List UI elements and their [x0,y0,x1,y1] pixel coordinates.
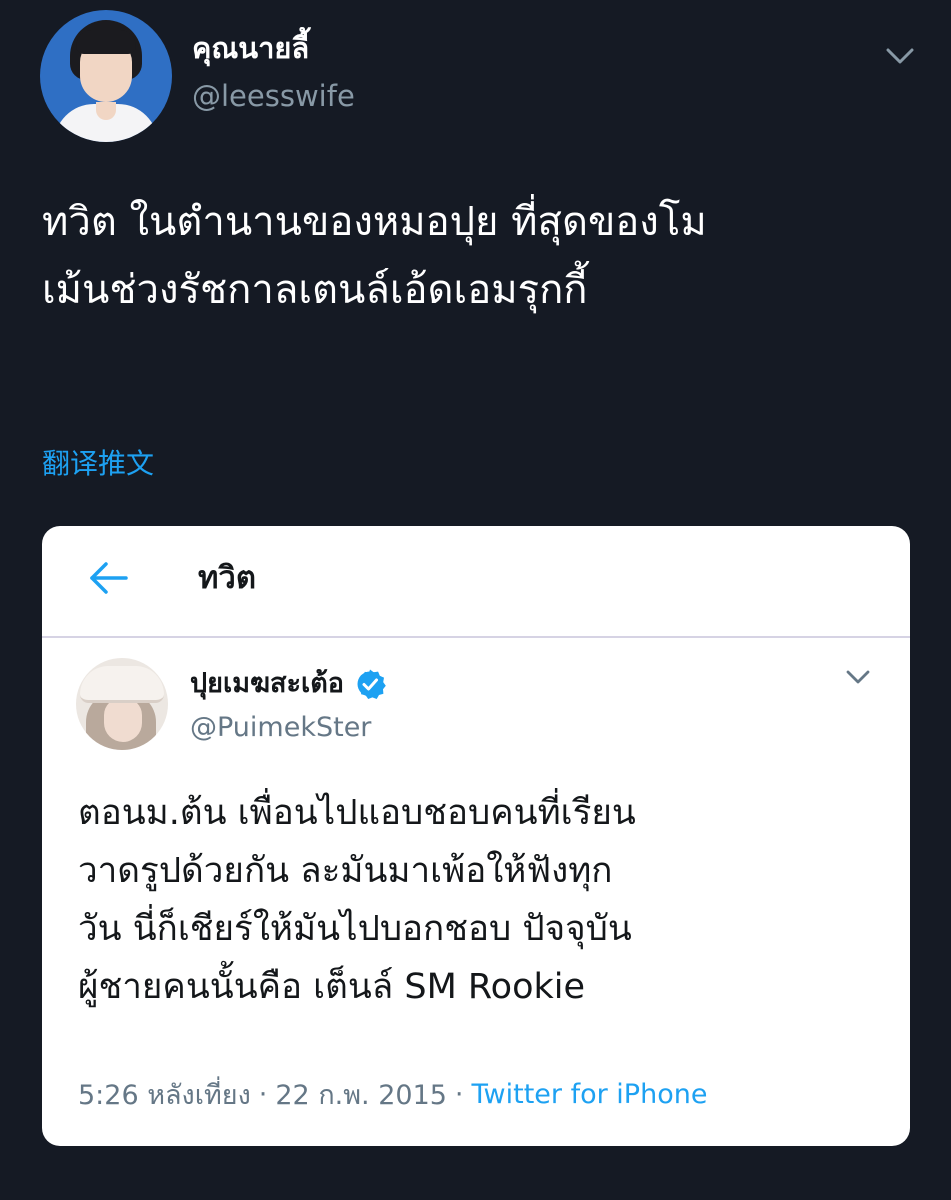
tweet-text: ทวิต ในตำนานของหมอปุย ที่สุดของโม เม้นช่… [42,188,922,324]
embedded-user-avatar[interactable] [76,658,168,750]
tweet-text-line: เม้นช่วงรัชกาลเตนล์เอ้ดเอมรุกกี้ [42,267,588,313]
screenshot-header: ทวิต [42,526,910,638]
embedded-screenshot[interactable]: ทวิต ปุยเมฆสะเต้อ @PuimekSter ตอนม.ต้น เ… [42,526,910,1146]
verified-badge-icon [354,668,386,700]
meta-separator: · [454,1078,464,1110]
user-avatar[interactable] [40,10,172,142]
translate-tweet-link[interactable]: 翻译推文 [42,444,154,484]
embedded-name-row: ปุยเมฆสะเต้อ [190,664,386,704]
arrow-left-icon[interactable] [86,560,130,596]
tweet-source-link[interactable]: Twitter for iPhone [472,1079,708,1110]
tweet-date: 22 ก.พ. 2015 [275,1079,447,1111]
embedded-display-name[interactable]: ปุยเมฆสะเต้อ [190,664,344,704]
embedded-text-line: วาดรูปด้วยกัน ละมันมาเพ้อให้ฟังทุก [78,851,613,891]
meta-separator: · [258,1078,268,1110]
embedded-text-line: ตอนม.ต้น เพื่อนไปแอบชอบคนที่เรียน [78,793,636,833]
user-handle[interactable]: @leesswife [192,76,355,116]
screenshot-title: ทวิต [198,560,256,596]
embedded-tweet-text: ตอนม.ต้น เพื่อนไปแอบชอบคนที่เรียน วาดรูป… [78,784,878,1016]
chevron-down-icon[interactable] [842,664,874,690]
embedded-text-line: ผู้ชายคนนั้นคือ เต็นล์ SM Rookie [78,967,586,1007]
embedded-user-handle[interactable]: @PuimekSter [190,708,371,748]
display-name[interactable]: คุณนายลี้ [192,28,309,68]
chevron-down-icon[interactable] [880,40,920,70]
tweet-time: 5:26 หลังเที่ยง [78,1079,251,1111]
tweet-text-line: ทวิต ในตำนานของหมอปุย ที่สุดของโม [42,199,707,245]
embedded-tweet-meta: 5:26 หลังเที่ยง · 22 ก.พ. 2015 · Twitter… [78,1072,707,1116]
embedded-text-line: วัน นี่ก็เชียร์ให้มันไปบอกชอบ ปัจจุบัน [78,909,632,949]
